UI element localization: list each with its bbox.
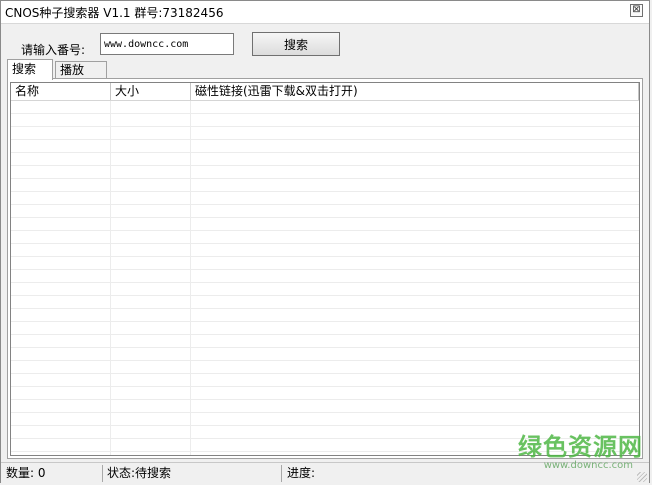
title-bar[interactable]: CNOS种子搜索器 V1.1 群号:73182456 ⊠ [1,1,649,24]
tab-panel-search: 名称 大小 磁性链接(迅雷下载&双击打开) [7,78,643,459]
column-header-name[interactable]: 名称 [11,83,111,100]
status-bar: 数量: 0 状态:待搜索 进度: [1,462,649,484]
window-title: CNOS种子搜索器 V1.1 群号:73182456 [5,6,224,20]
status-state: 状态:待搜索 [104,465,282,482]
status-count: 数量: 0 [3,465,103,482]
close-icon[interactable]: ⊠ [630,4,643,17]
list-header: 名称 大小 磁性链接(迅雷下载&双击打开) [11,83,639,101]
tab-search[interactable]: 搜索 [7,59,53,80]
search-label: 请输入番号: [21,43,86,57]
search-input[interactable] [100,33,234,55]
list-body[interactable] [11,101,639,455]
tab-play[interactable]: 播放 [55,61,107,78]
status-progress: 进度: [287,466,316,480]
results-list[interactable]: 名称 大小 磁性链接(迅雷下载&双击打开) [10,82,640,456]
column-header-size[interactable]: 大小 [111,83,191,100]
search-button[interactable]: 搜索 [252,32,340,56]
resize-grip-icon[interactable] [637,472,647,482]
column-header-magnet[interactable]: 磁性链接(迅雷下载&双击打开) [191,83,639,100]
app-window: CNOS种子搜索器 V1.1 群号:73182456 ⊠ 请输入番号: 搜索 搜… [0,0,650,484]
